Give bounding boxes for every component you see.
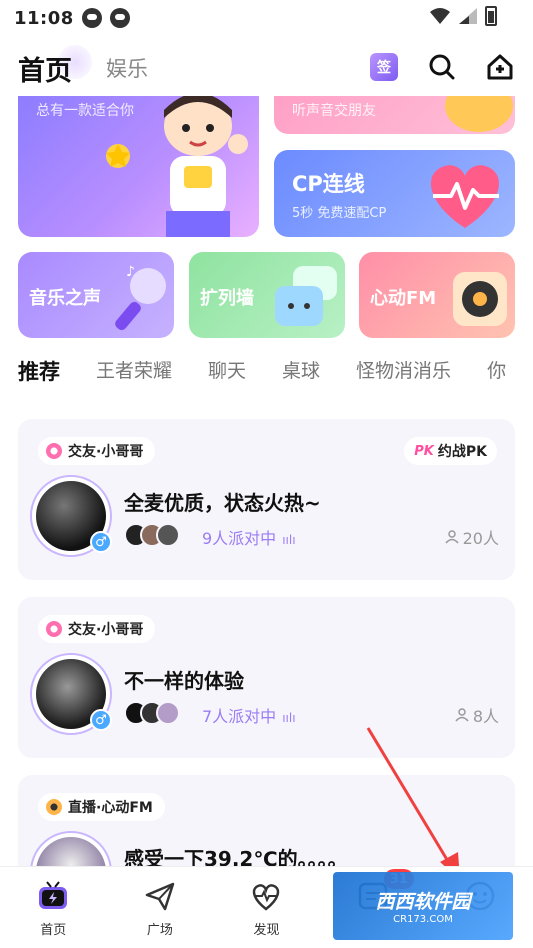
party-status-label: 7人派对中 <box>202 707 277 726</box>
room-title: 感受一下39.2℃的。。。。 <box>124 847 348 866</box>
heartbeat-icon <box>249 879 283 913</box>
watermark-title: 西西软件园 <box>375 891 471 913</box>
banner-cp-connect[interactable]: CP连线 5秒 免费速配CP <box>274 150 515 237</box>
paper-plane-icon <box>143 879 177 913</box>
nav-home[interactable]: 首页 <box>0 867 107 948</box>
avatar <box>36 837 106 866</box>
notification-icon <box>81 8 102 28</box>
party-status-label: 9人派对中 <box>202 529 277 548</box>
room-category-label: 直播·心动FM <box>68 800 153 816</box>
calendar-icon: 签 <box>370 53 398 81</box>
party-status: 7人派对中 ıılı <box>202 703 296 727</box>
online-count: 20人 <box>445 525 499 549</box>
user-icon <box>455 708 469 722</box>
top-header: 首页 娱乐 签 <box>0 40 533 96</box>
participant-avatars <box>124 523 180 547</box>
heart-icon <box>431 165 499 228</box>
cartoon-boy-illustration <box>106 96 248 237</box>
tab-chat[interactable]: 聊天 <box>208 356 246 396</box>
tab-monster-match[interactable]: 怪物消消乐 <box>356 356 451 396</box>
svg-text:♪: ♪ <box>126 264 135 280</box>
participant-avatars <box>124 701 180 725</box>
host-avatar[interactable] <box>30 831 112 866</box>
nav-discover[interactable]: 发现 <box>213 867 320 948</box>
banner-recommend[interactable]: 总有一款适合你 <box>18 96 259 237</box>
tile-friend-wall[interactable]: 扩列墙 <box>189 252 345 338</box>
tile-label: 音乐之声 <box>29 288 101 309</box>
room-category-label: 交友·小哥哥 <box>68 622 144 638</box>
status-bar: 11:08 <box>0 0 533 36</box>
home-plus-icon <box>487 54 513 80</box>
status-time: 11:08 <box>14 7 74 29</box>
room-card[interactable]: 直播·心动FM 感受一下39.2℃的。。。。 <box>18 775 515 866</box>
chat-bubble-icon <box>275 266 337 326</box>
nav-label: 首页 <box>40 923 67 938</box>
search-button[interactable] <box>427 52 457 82</box>
radio-icon <box>453 272 507 326</box>
site-watermark: 西西软件园 CR173.COM <box>333 872 513 940</box>
tile-heart-fm[interactable]: 心动FM <box>359 252 515 338</box>
pk-icon: PK <box>414 443 434 459</box>
room-category-tag: 直播·心动FM <box>38 793 165 821</box>
host-avatar[interactable]: ♂ <box>30 475 112 557</box>
tab-home[interactable]: 首页 <box>18 44 92 88</box>
tile-music[interactable]: 音乐之声 ♪ <box>18 252 174 338</box>
room-card[interactable]: 交友·小哥哥 ♂ 不一样的体验 7人派对中 ıılı 8人 <box>18 597 515 758</box>
category-dot-icon <box>46 621 62 637</box>
tile-label: 扩列墙 <box>200 288 254 309</box>
party-status: 9人派对中 ıılı <box>202 525 296 549</box>
host-avatar[interactable]: ♂ <box>30 653 112 735</box>
room-title: 不一样的体验 <box>124 669 244 693</box>
room-card[interactable]: 交友·小哥哥 PK 约战PK ♂ 全麦优质，状态火热~ 9人派对中 ıılı 20… <box>18 419 515 580</box>
category-dot-icon <box>46 799 62 815</box>
category-dot-icon <box>46 443 62 459</box>
pk-tag: PK 约战PK <box>404 437 497 465</box>
tab-recommend[interactable]: 推荐 <box>18 356 60 396</box>
tile-label: 心动FM <box>370 288 437 309</box>
tab-more[interactable]: 你 <box>487 356 506 396</box>
signal-icon <box>459 8 477 24</box>
notification-icon <box>109 8 130 28</box>
tab-entertainment[interactable]: 娱乐 <box>106 53 148 83</box>
bubble-illustration <box>445 96 513 132</box>
microphone-icon: ♪ <box>115 264 166 331</box>
room-title: 全麦优质，状态火热~ <box>124 491 321 515</box>
wifi-icon <box>430 8 450 24</box>
nav-square[interactable]: 广场 <box>107 867 214 948</box>
room-category-tag: 交友·小哥哥 <box>38 615 156 643</box>
banner-subtitle: 5秒 免费速配CP <box>292 206 387 221</box>
tv-icon <box>36 879 70 913</box>
sound-wave-icon: ıılı <box>282 711 296 725</box>
pk-label: 约战PK <box>437 444 487 460</box>
create-room-button[interactable] <box>485 52 515 82</box>
sign-in-button[interactable]: 签 <box>369 52 399 82</box>
search-icon <box>429 54 455 80</box>
banner-voice-friends[interactable]: 听声音交朋友 <box>274 96 515 134</box>
room-category-tag: 交友·小哥哥 <box>38 437 156 465</box>
avatar <box>156 701 180 725</box>
online-count-label: 8人 <box>472 707 499 726</box>
user-icon <box>445 530 459 544</box>
avatar <box>156 523 180 547</box>
online-count-label: 20人 <box>462 529 499 548</box>
tab-billiards[interactable]: 桌球 <box>282 356 320 396</box>
battery-icon <box>485 6 497 26</box>
tab-honor-of-kings[interactable]: 王者荣耀 <box>96 356 172 396</box>
male-icon: ♂ <box>90 709 112 731</box>
online-count: 8人 <box>455 703 499 727</box>
male-icon: ♂ <box>90 531 112 553</box>
sound-wave-icon: ıılı <box>282 533 296 547</box>
banner-title: CP连线 <box>292 172 365 196</box>
nav-label: 发现 <box>253 923 280 938</box>
category-tabs: 推荐 王者荣耀 聊天 桌球 怪物消消乐 你 <box>18 356 533 396</box>
room-category-label: 交友·小哥哥 <box>68 444 144 460</box>
nav-label: 广场 <box>146 923 173 938</box>
watermark-url: CR173.COM <box>393 914 453 925</box>
